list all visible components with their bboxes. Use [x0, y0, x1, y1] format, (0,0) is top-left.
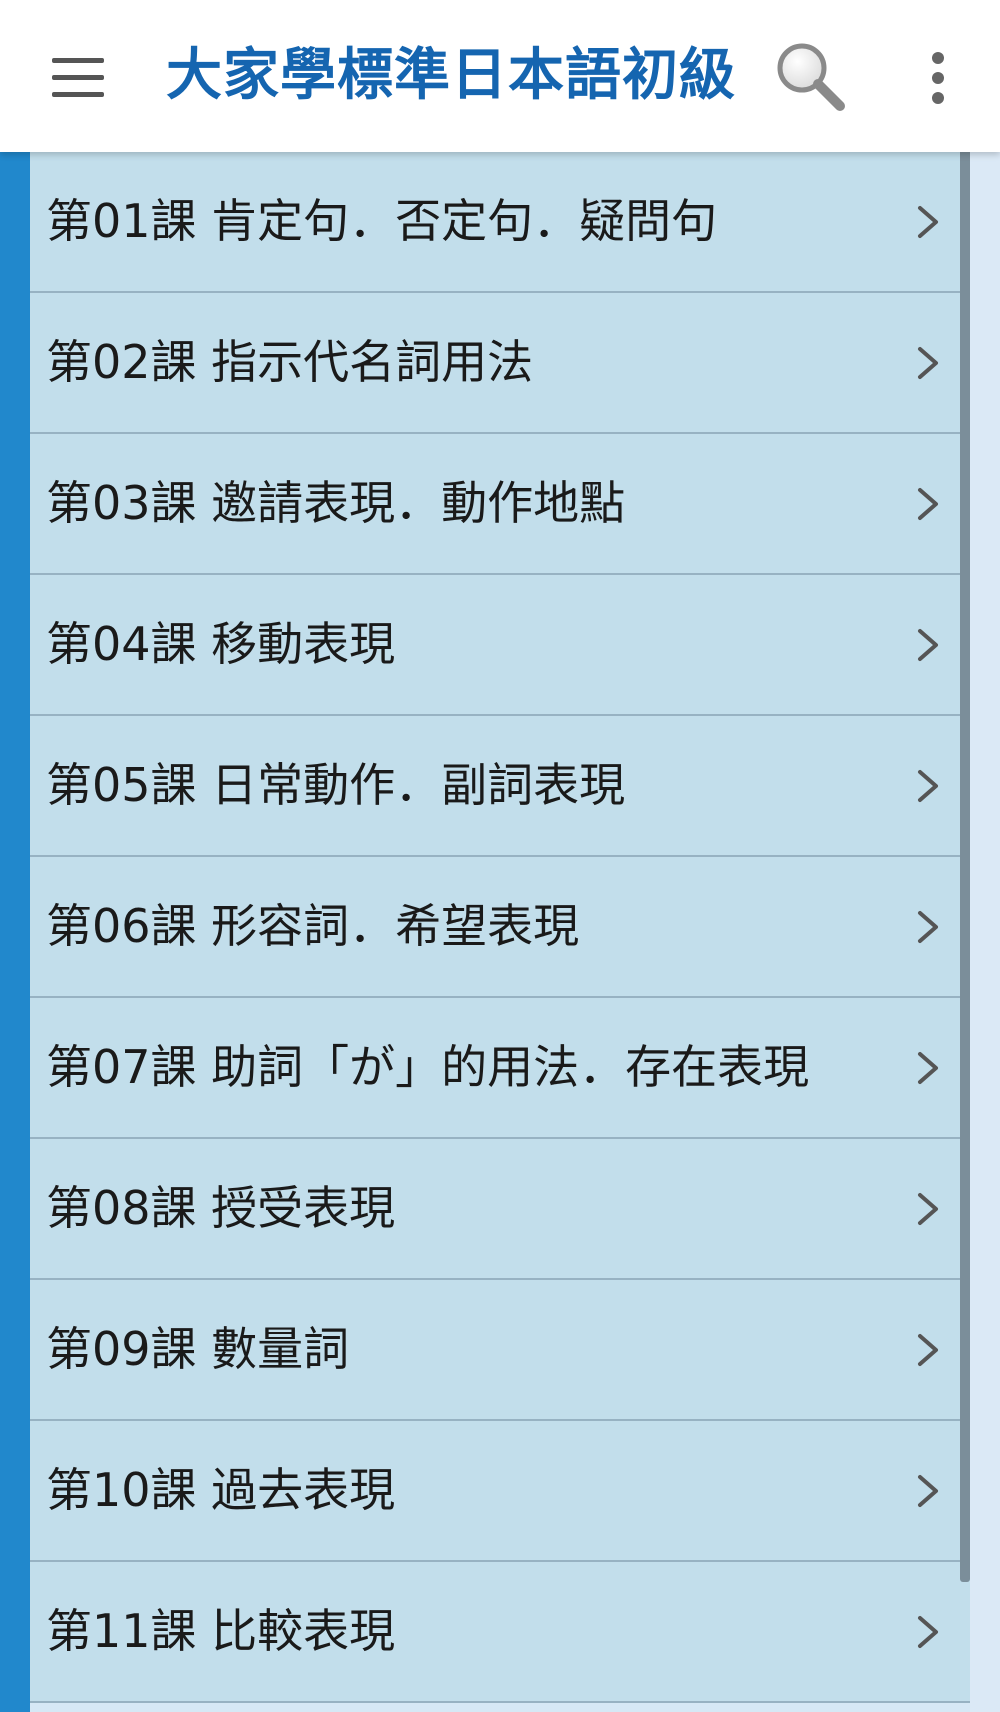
lesson-label: 第10課 過去表現 [46, 1463, 396, 1517]
chevron-right-icon [918, 1475, 938, 1507]
chevron-right-icon [918, 206, 938, 238]
lesson-item[interactable]: 第10課 過去表現 [30, 1421, 970, 1562]
search-icon [777, 43, 845, 111]
lesson-label: 第09課 數量詞 [46, 1322, 350, 1376]
lesson-label: 第07課 助詞「が」的用法．存在表現 [46, 1040, 810, 1094]
lesson-label: 第05課 日常動作．副詞表現 [46, 758, 626, 812]
lesson-item[interactable]: 第04課 移動表現 [30, 575, 970, 716]
lesson-item[interactable]: 第02課 指示代名詞用法 [30, 293, 970, 434]
app-title: 大家學標準日本語初級 [166, 43, 736, 108]
lesson-item[interactable]: 第11課 比較表現 [30, 1562, 970, 1703]
chevron-right-icon [918, 770, 938, 802]
scrollbar[interactable] [960, 152, 970, 1582]
lesson-label: 第08課 授受表現 [46, 1181, 396, 1235]
lesson-label: 第04課 移動表現 [46, 617, 396, 671]
lesson-label: 第03課 邀請表現．動作地點 [46, 476, 626, 530]
lesson-item[interactable]: 第06課 形容詞．希望表現 [30, 857, 970, 998]
chevron-right-icon [918, 1052, 938, 1084]
menu-button[interactable] [40, 40, 116, 116]
chevron-right-icon [918, 347, 938, 379]
right-edge-strip [970, 152, 1000, 1712]
chevron-right-icon [918, 911, 938, 943]
lesson-label: 第11課 比較表現 [46, 1604, 396, 1658]
lesson-item[interactable]: 第03課 邀請表現．動作地點 [30, 434, 970, 575]
lesson-list: 第01課 肯定句．否定句．疑問句 第02課 指示代名詞用法 第03課 邀請表現．… [30, 152, 970, 1703]
left-accent-stripe [0, 152, 30, 1712]
lesson-item[interactable]: 第08課 授受表現 [30, 1139, 970, 1280]
lesson-label: 第01課 肯定句．否定句．疑問句 [46, 194, 718, 248]
search-button[interactable] [770, 36, 850, 116]
chevron-right-icon [918, 488, 938, 520]
chevron-right-icon [918, 1334, 938, 1366]
lesson-label: 第06課 形容詞．希望表現 [46, 899, 580, 953]
more-options-button[interactable] [908, 40, 968, 116]
lesson-item[interactable]: 第09課 數量詞 [30, 1280, 970, 1421]
chevron-right-icon [918, 629, 938, 661]
lesson-item[interactable]: 第05課 日常動作．副詞表現 [30, 716, 970, 857]
lesson-item[interactable]: 第07課 助詞「が」的用法．存在表現 [30, 998, 970, 1139]
chevron-right-icon [918, 1616, 938, 1648]
lesson-label: 第02課 指示代名詞用法 [46, 335, 534, 389]
app-bar: 大家學標準日本語初級 [0, 0, 1000, 152]
chevron-right-icon [918, 1193, 938, 1225]
lesson-item[interactable]: 第01課 肯定句．否定句．疑問句 [30, 152, 970, 293]
